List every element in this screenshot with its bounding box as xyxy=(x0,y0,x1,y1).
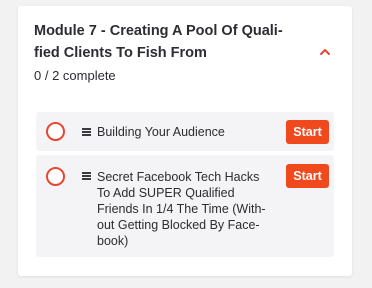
empty-circle-icon[interactable] xyxy=(46,122,65,141)
lesson-title[interactable]: Secret Facebook Tech Hacks To Add SUPER … xyxy=(97,169,282,249)
lesson-row[interactable]: Secret Facebook Tech Hacks To Add SUPER … xyxy=(36,155,334,257)
module-card: Module 7 - Creating A Pool Of Quali- fie… xyxy=(18,6,352,276)
lesson-title[interactable]: Building Your Audience xyxy=(97,124,282,140)
text-lines-icon xyxy=(82,128,91,136)
start-button[interactable]: Start xyxy=(286,164,329,188)
module-title: Module 7 - Creating A Pool Of Quali- fie… xyxy=(34,20,284,64)
module-progress: 0 / 2 complete xyxy=(34,68,116,83)
chevron-up-icon[interactable] xyxy=(316,44,334,60)
module-title-text: Module 7 - Creating A Pool Of Quali- fie… xyxy=(34,23,283,61)
start-button[interactable]: Start xyxy=(286,120,329,144)
empty-circle-icon[interactable] xyxy=(46,167,65,186)
lesson-row[interactable]: Building Your Audience Start xyxy=(36,112,334,151)
text-lines-icon xyxy=(82,172,91,180)
